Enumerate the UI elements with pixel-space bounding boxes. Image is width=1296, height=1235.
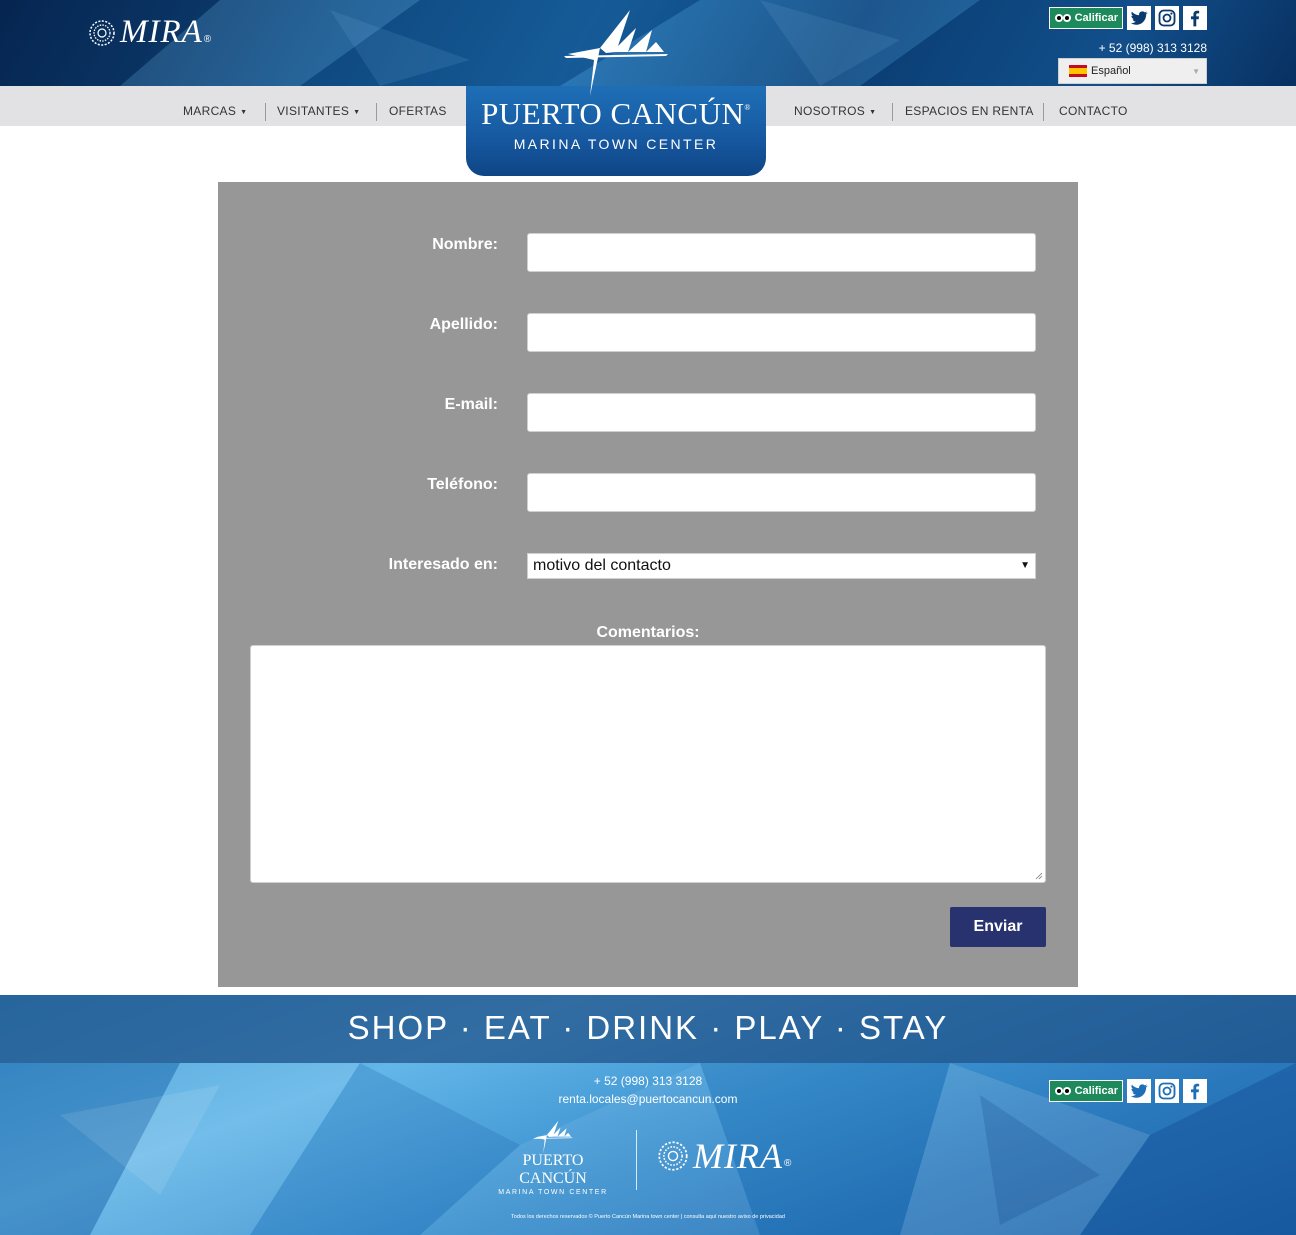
facebook-icon: [1191, 10, 1200, 27]
logo-subtitle: MARINA TOWN CENTER: [513, 136, 719, 152]
nav-item-marcas[interactable]: MARCAS ▼: [183, 86, 247, 126]
mira-registered-mark: ®: [203, 34, 212, 45]
instagram-link[interactable]: [1155, 6, 1179, 30]
comentarios-textarea[interactable]: [250, 645, 1046, 883]
language-label: Español: [1091, 65, 1131, 77]
footer-puerto-cancun-logo[interactable]: PUERTO CANCÚN MARINA TOWN CENTER: [488, 1120, 618, 1196]
footer-logo-subtitle: MARINA TOWN CENTER: [498, 1189, 608, 1196]
nav-divider: [1043, 103, 1044, 121]
footer-logo-divider: [636, 1130, 637, 1190]
resize-grip-icon[interactable]: [1035, 872, 1043, 880]
social-links-top: Calificar: [1048, 6, 1207, 30]
logo-registered-mark: ®: [744, 103, 751, 112]
tripadvisor-label: Calificar: [1074, 1085, 1118, 1097]
mira-wordmark: MIRA: [120, 14, 203, 50]
tripadvisor-rate-button[interactable]: Calificar: [1048, 7, 1123, 29]
footer-mira-logo[interactable]: MIRA ®: [657, 1135, 791, 1177]
facebook-link[interactable]: [1183, 1079, 1207, 1103]
dropdown-arrow-icon: ▼: [869, 109, 877, 116]
nombre-label: Nombre:: [432, 236, 498, 253]
mira-logo[interactable]: MIRA ®: [88, 14, 211, 51]
sailboat-icon: [533, 1120, 573, 1154]
nav-label-ofertas: OFERTAS: [389, 104, 447, 118]
language-selector[interactable]: Español ▼: [1058, 58, 1207, 84]
nav-label-contacto: CONTACTO: [1059, 104, 1128, 118]
nav-label-espacios: ESPACIOS EN RENTA: [905, 104, 1034, 118]
telefono-input[interactable]: [527, 473, 1036, 512]
contact-form: Nombre: Apellido: E-mail: Teléfono: Inte…: [218, 182, 1078, 987]
apellido-label: Apellido:: [429, 316, 498, 333]
footer-logo-title: PUERTO CANCÚN: [519, 1152, 587, 1187]
interesado-label: Interesado en:: [388, 556, 498, 573]
footer-legal-text[interactable]: Todos los derechos reservados © Puerto C…: [0, 1214, 1296, 1220]
tripadvisor-owl-icon: [1054, 14, 1071, 22]
footer-mira-wordmark: MIRA: [693, 1136, 783, 1176]
mira-rosette-icon: [658, 1141, 688, 1171]
tripadvisor-owl-icon: [1054, 1087, 1071, 1095]
tripadvisor-rate-button[interactable]: Calificar: [1048, 1080, 1123, 1102]
instagram-link[interactable]: [1155, 1079, 1179, 1103]
enviar-button[interactable]: Enviar: [950, 907, 1046, 947]
interesado-select[interactable]: motivo del contacto ▼: [527, 553, 1036, 579]
email-label: E-mail:: [444, 396, 498, 413]
nav-label-nosotros: NOSOTROS: [794, 104, 866, 118]
facebook-link[interactable]: [1183, 6, 1207, 30]
header-phone[interactable]: + 52 (998) 313 3128: [1099, 41, 1207, 55]
facebook-icon: [1191, 1083, 1200, 1100]
apellido-input[interactable]: [527, 313, 1036, 352]
interesado-selected-value: motivo del contacto: [533, 557, 671, 574]
nav-item-contacto[interactable]: CONTACTO: [1059, 86, 1128, 126]
twitter-icon: [1130, 1084, 1148, 1098]
nav-label-visitantes: VISITANTES: [277, 104, 350, 118]
nav-item-visitantes[interactable]: VISITANTES ▼: [277, 86, 360, 126]
nav-label-marcas: MARCAS: [183, 104, 237, 118]
instagram-icon: [1158, 9, 1176, 27]
telefono-label: Teléfono:: [427, 476, 498, 493]
chevron-down-icon: ▼: [1192, 67, 1200, 76]
nav-item-espacios-en-renta[interactable]: ESPACIOS EN RENTA: [905, 86, 1034, 126]
social-links-footer: Calificar: [1048, 1079, 1207, 1103]
twitter-link[interactable]: [1127, 1079, 1151, 1103]
nav-divider: [376, 103, 377, 121]
logo-title-text: PUERTO CANCÚN: [481, 96, 745, 131]
select-arrow-icon: ▼: [1020, 560, 1030, 571]
twitter-icon: [1130, 11, 1148, 25]
tripadvisor-label: Calificar: [1074, 12, 1118, 24]
nav-divider: [892, 103, 893, 121]
footer-mira-registered-mark: ®: [783, 1157, 792, 1169]
puerto-cancun-logo[interactable]: PUERTO CANCÚN® MARINA TOWN CENTER: [466, 0, 766, 176]
dropdown-arrow-icon: ▼: [240, 109, 248, 116]
comentarios-label: Comentarios:: [596, 624, 700, 641]
nav-item-nosotros[interactable]: NOSOTROS ▼: [794, 86, 876, 126]
twitter-link[interactable]: [1127, 6, 1151, 30]
spain-flag-icon: [1069, 65, 1087, 77]
nav-item-ofertas[interactable]: OFERTAS: [389, 86, 447, 126]
nombre-input[interactable]: [527, 233, 1036, 272]
footer-tagline: SHOP · EAT · DRINK · PLAY · STAY: [347, 1009, 949, 1046]
mira-rosette-icon: [89, 19, 115, 46]
email-input[interactable]: [527, 393, 1036, 432]
nav-divider: [265, 103, 266, 121]
footer: SHOP · EAT · DRINK · PLAY · STAY + 52 (9…: [0, 995, 1296, 1235]
logo-title: PUERTO CANCÚN®: [466, 96, 766, 132]
dropdown-arrow-icon: ▼: [353, 109, 361, 116]
instagram-icon: [1158, 1082, 1176, 1100]
sailboat-icon: [564, 10, 668, 96]
